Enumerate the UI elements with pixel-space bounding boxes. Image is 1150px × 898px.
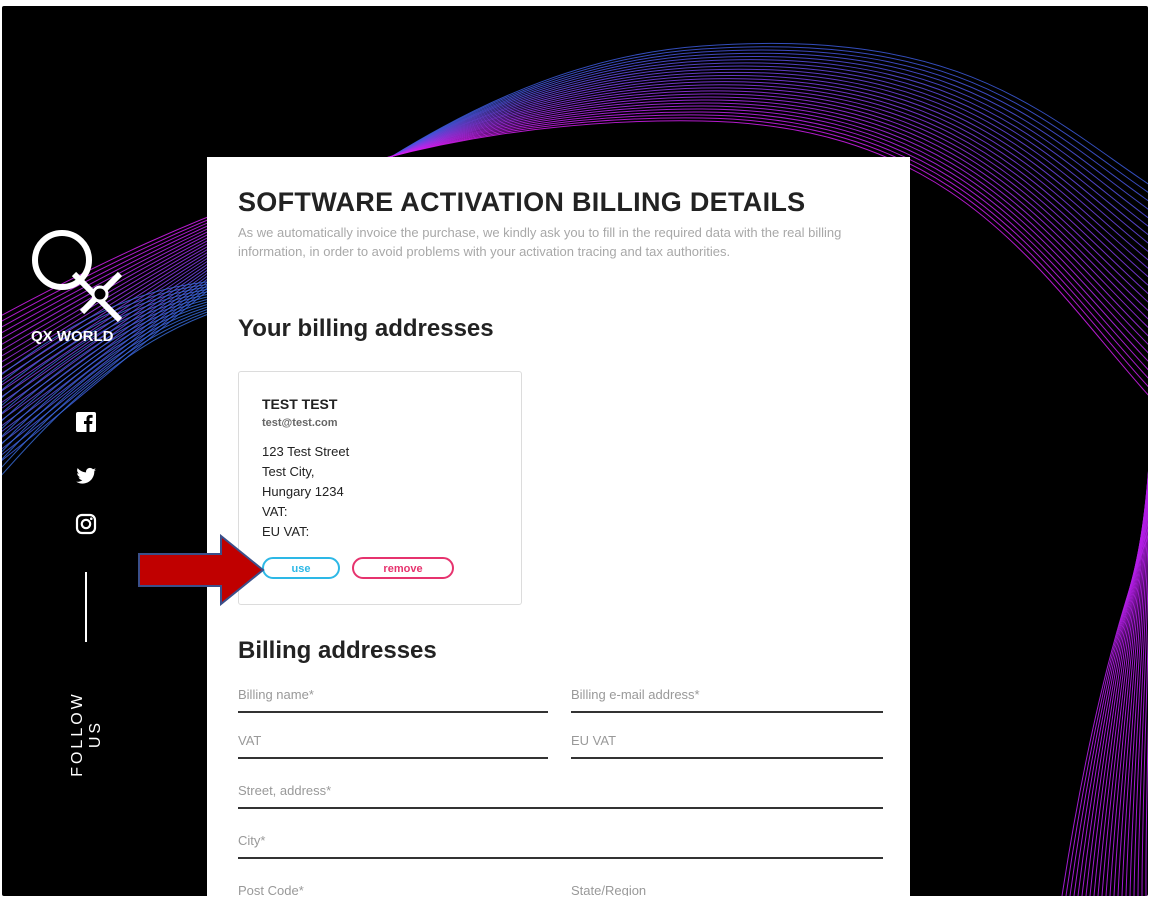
page-title: SOFTWARE ACTIVATION BILLING DETAILS (238, 187, 806, 217)
address-street: 123 Test Street (262, 444, 350, 459)
brand-name: QX WORLD (31, 328, 114, 345)
eu-vat-field[interactable]: EU VAT (571, 733, 883, 759)
billing-email-field[interactable]: Billing e-mail address* (571, 687, 883, 713)
city-label: City* (238, 833, 266, 848)
wave-line (1125, 485, 1148, 896)
instagram-icon[interactable] (74, 512, 98, 536)
address-vat: VAT: (262, 504, 288, 519)
post-code-label: Post Code* (238, 883, 304, 896)
twitter-icon[interactable] (74, 464, 98, 488)
billing-email-label: Billing e-mail address* (571, 687, 700, 702)
intro-text: As we automatically invoice the purchase… (238, 225, 842, 259)
street-address-label: Street, address* (238, 783, 332, 798)
page-background: QX WORLD FOLLOW US SOFTWARE ACTIVATION B… (2, 6, 1148, 896)
follow-us-label: FOLLOW US (69, 691, 104, 777)
remove-address-button[interactable]: remove (352, 557, 454, 579)
address-eu-vat: EU VAT: (262, 524, 310, 539)
street-address-field[interactable]: Street, address* (238, 783, 883, 809)
red-arrow-annotation (138, 534, 265, 606)
post-code-field[interactable]: Post Code* (238, 883, 548, 896)
saved-addresses-heading: Your billing addresses (238, 315, 494, 342)
address-country: Hungary 1234 (262, 484, 344, 499)
vat-label: VAT (238, 733, 262, 748)
state-region-label: State/Region (571, 883, 647, 896)
address-email: test@test.com (262, 417, 338, 429)
billing-name-field[interactable]: Billing name* (238, 687, 548, 713)
eu-vat-label: EU VAT (571, 733, 617, 748)
billing-name-label: Billing name* (238, 687, 314, 702)
state-region-field[interactable]: State/Region (571, 883, 883, 896)
saved-address-card: TEST TEST test@test.com 123 Test Street … (238, 371, 522, 605)
follow-divider (85, 572, 87, 642)
billing-card: SOFTWARE ACTIVATION BILLING DETAILS As w… (207, 157, 910, 896)
address-city: Test City, (262, 464, 315, 479)
use-address-button[interactable]: use (262, 557, 340, 579)
facebook-icon[interactable] (74, 410, 98, 434)
vat-field[interactable]: VAT (238, 733, 548, 759)
billing-addresses-heading: Billing addresses (238, 637, 437, 664)
address-name: TEST TEST (262, 396, 338, 412)
city-field[interactable]: City* (238, 833, 883, 859)
